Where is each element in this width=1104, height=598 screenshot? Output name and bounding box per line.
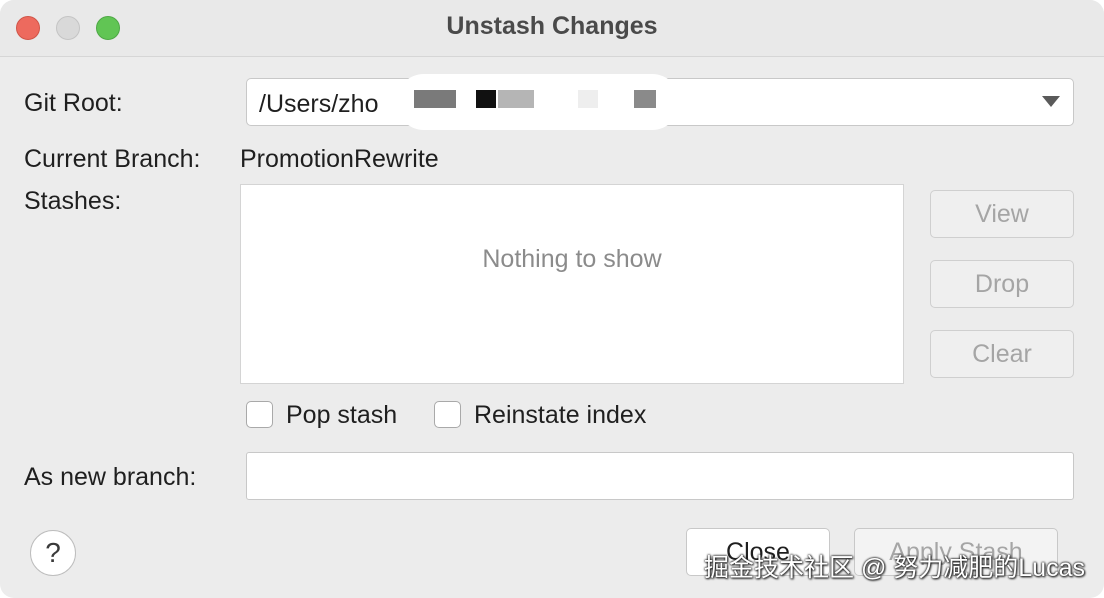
pop-stash-checkbox[interactable] <box>246 401 273 428</box>
git-root-label: Git Root: <box>24 89 123 117</box>
current-branch-value: PromotionRewrite <box>240 145 439 173</box>
watermark-text: 掘金技术社区 @ 努力减肥的Lucas <box>704 554 1085 582</box>
clear-button[interactable]: Clear <box>930 330 1074 378</box>
pop-stash-label[interactable]: Pop stash <box>286 401 397 430</box>
view-button[interactable]: View <box>930 190 1074 238</box>
redaction-pixel <box>476 90 496 108</box>
reinstate-index-checkbox[interactable] <box>434 401 461 428</box>
dialog-title: Unstash Changes <box>446 12 658 40</box>
stashes-label: Stashes: <box>24 187 122 215</box>
redaction-pixel <box>634 90 656 108</box>
redaction-pixel <box>498 90 534 108</box>
stash-list[interactable]: Nothing to show <box>240 184 904 384</box>
current-branch-label: Current Branch: <box>24 145 201 173</box>
new-branch-label: As new branch: <box>24 463 197 491</box>
chevron-down-icon[interactable] <box>1042 96 1060 107</box>
empty-state-text: Nothing to show <box>482 245 662 273</box>
redaction-pixel <box>414 90 456 108</box>
help-icon[interactable]: ? <box>30 530 76 576</box>
git-root-value: /Users/zho <box>259 90 379 118</box>
drop-button[interactable]: Drop <box>930 260 1074 308</box>
redaction-pixel <box>578 90 598 108</box>
reinstate-index-label[interactable]: Reinstate index <box>474 401 646 430</box>
new-branch-input[interactable] <box>246 452 1074 500</box>
unstash-dialog: Unstash Changes Git Root: /Users/zho Cur… <box>0 0 1104 598</box>
title-bar: Unstash Changes <box>0 0 1104 57</box>
